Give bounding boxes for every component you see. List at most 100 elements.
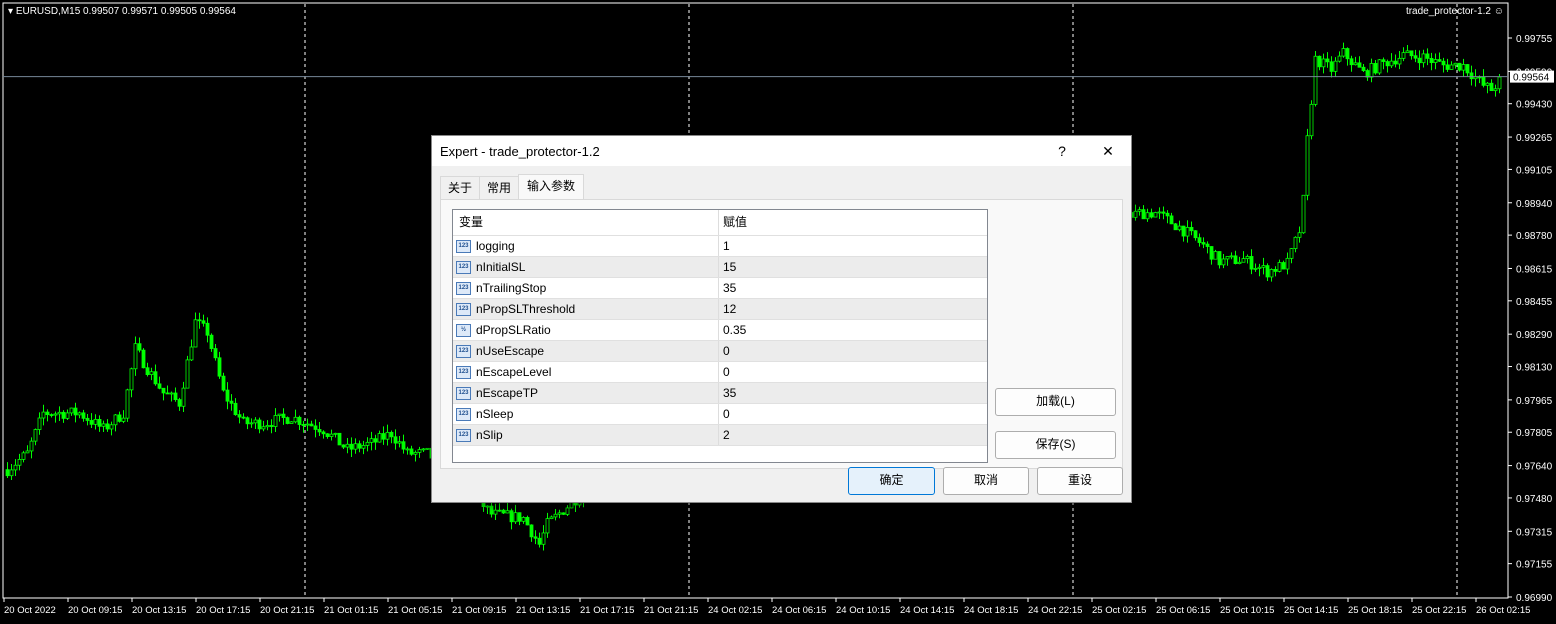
- candle-body: [249, 422, 254, 425]
- param-name-cell[interactable]: 123 nEscapeTP: [453, 383, 719, 403]
- candle-body: [1133, 210, 1138, 218]
- x-tick-label: 25 Oct 14:15: [1284, 605, 1338, 616]
- table-row[interactable]: ½ dPropSLRatio 0.35: [453, 320, 987, 341]
- help-button[interactable]: ?: [1039, 143, 1085, 159]
- param-value[interactable]: 0: [719, 404, 730, 424]
- ea-label[interactable]: trade_protector-1.2 ☺: [1406, 6, 1504, 17]
- double-type-icon: ½: [456, 323, 471, 337]
- integer-type-icon: 123: [456, 344, 471, 358]
- param-value[interactable]: 2: [719, 425, 730, 445]
- candle-body: [341, 444, 346, 448]
- candle-body: [1249, 256, 1254, 270]
- candle-body: [517, 512, 522, 522]
- param-value[interactable]: 35: [719, 278, 736, 298]
- candle-body: [1321, 58, 1326, 68]
- y-tick-label: 0.97965: [1516, 396, 1553, 407]
- table-row[interactable]: 123 nTrailingStop 35: [453, 278, 987, 299]
- y-tick-label: 0.99755: [1516, 34, 1553, 45]
- candle-body: [173, 392, 178, 400]
- candle-body: [1325, 58, 1330, 63]
- x-tick-label: 20 Oct 09:15: [68, 605, 122, 616]
- candle-body: [177, 399, 182, 407]
- x-tick-label: 20 Oct 13:15: [132, 605, 186, 616]
- candle-body: [369, 438, 374, 443]
- load-button[interactable]: 加载(L): [995, 388, 1116, 416]
- table-row[interactable]: 123 nPropSLThreshold 12: [453, 299, 987, 320]
- save-button[interactable]: 保存(S): [995, 431, 1116, 459]
- candle-body: [77, 412, 82, 416]
- param-value[interactable]: 0: [719, 362, 730, 382]
- candle-body: [1341, 48, 1346, 57]
- ok-button[interactable]: 确定: [848, 467, 935, 495]
- param-name: dPropSLRatio: [476, 323, 551, 337]
- reset-button[interactable]: 重设: [1037, 467, 1123, 495]
- candle-body: [1473, 76, 1478, 80]
- integer-type-icon: 123: [456, 239, 471, 253]
- param-value[interactable]: 12: [719, 299, 736, 319]
- param-value[interactable]: 0: [719, 341, 730, 361]
- param-name-cell[interactable]: 123 nTrailingStop: [453, 278, 719, 298]
- symbol-info: ▾ EURUSD,M15 0.99507 0.99571 0.99505 0.9…: [8, 6, 236, 17]
- col-value[interactable]: 赋值: [719, 210, 747, 235]
- integer-type-icon: 123: [456, 281, 471, 295]
- candle-body: [501, 509, 506, 514]
- candle-body: [1209, 246, 1214, 260]
- candle-body: [237, 414, 242, 418]
- cancel-button[interactable]: 取消: [943, 467, 1029, 495]
- param-name-cell[interactable]: 123 nUseEscape: [453, 341, 719, 361]
- candle-body: [245, 417, 250, 425]
- table-row[interactable]: 123 nSleep 0: [453, 404, 987, 425]
- close-button[interactable]: ✕: [1085, 143, 1131, 160]
- table-row[interactable]: 123 nEscapeLevel 0: [453, 362, 987, 383]
- x-tick-label: 21 Oct 09:15: [452, 605, 506, 616]
- candle-body: [1425, 53, 1430, 59]
- candle-body: [1173, 223, 1178, 231]
- candle-body: [117, 414, 122, 422]
- param-name-cell[interactable]: 123 logging: [453, 236, 719, 256]
- col-variable[interactable]: 变量: [453, 210, 719, 235]
- candle-body: [265, 425, 270, 428]
- candle-body: [137, 343, 142, 351]
- candle-body: [1469, 72, 1474, 80]
- table-row[interactable]: 123 nInitialSL 15: [453, 257, 987, 278]
- candle-body: [1453, 62, 1458, 66]
- param-value[interactable]: 35: [719, 383, 736, 403]
- candle-body: [1481, 76, 1486, 86]
- param-name-cell[interactable]: 123 nEscapeLevel: [453, 362, 719, 382]
- candle-body: [161, 387, 166, 394]
- candle-body: [1349, 58, 1354, 66]
- table-row[interactable]: 123 nSlip 2: [453, 425, 987, 446]
- y-tick-label: 0.98615: [1516, 264, 1553, 275]
- param-name-cell[interactable]: 123 nSleep: [453, 404, 719, 424]
- candle-body: [149, 371, 154, 375]
- y-tick-label: 0.99430: [1516, 100, 1553, 111]
- candle-body: [1493, 88, 1498, 92]
- x-tick-label: 24 Oct 14:15: [900, 605, 954, 616]
- table-row[interactable]: 123 nEscapeTP 35: [453, 383, 987, 404]
- candle-body: [533, 536, 538, 539]
- candle-body: [145, 367, 150, 375]
- candle-body: [1269, 269, 1274, 278]
- param-name-cell[interactable]: 123 nInitialSL: [453, 257, 719, 277]
- candle-body: [61, 411, 66, 419]
- param-name: nEscapeLevel: [476, 365, 552, 379]
- candle-body: [1169, 215, 1174, 225]
- param-name-cell[interactable]: 123 nPropSLThreshold: [453, 299, 719, 319]
- tab-inputs[interactable]: 输入参数: [518, 174, 585, 199]
- integer-type-icon: 123: [456, 260, 471, 274]
- param-name: nSleep: [476, 407, 514, 421]
- param-name-cell[interactable]: 123 nSlip: [453, 425, 719, 445]
- tab-about[interactable]: 关于: [440, 176, 481, 199]
- param-name-cell[interactable]: ½ dPropSLRatio: [453, 320, 719, 340]
- tab-common[interactable]: 常用: [479, 176, 520, 199]
- candle-body: [1433, 59, 1438, 64]
- table-row[interactable]: 123 logging 1: [453, 236, 987, 257]
- table-row[interactable]: 123 nUseEscape 0: [453, 341, 987, 362]
- candle-body: [213, 348, 218, 359]
- candle-body: [1369, 63, 1374, 78]
- candle-body: [37, 417, 42, 430]
- param-value[interactable]: 15: [719, 257, 736, 277]
- param-value[interactable]: 0.35: [719, 320, 746, 340]
- param-value[interactable]: 1: [719, 236, 730, 256]
- candle-body: [1377, 59, 1382, 74]
